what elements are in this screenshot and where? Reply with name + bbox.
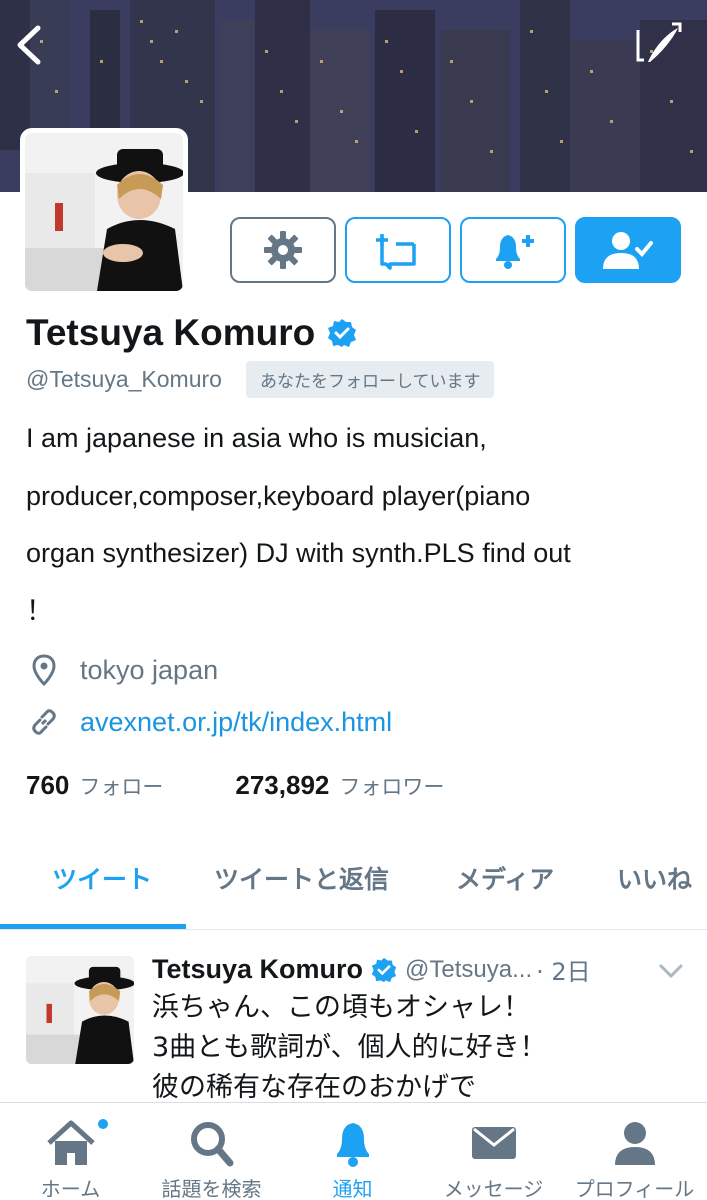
gear-icon xyxy=(264,231,302,269)
profile-name: Tetsuya Komuro xyxy=(26,312,316,353)
chevron-down-icon[interactable] xyxy=(656,960,686,982)
person-icon xyxy=(614,1122,655,1165)
following-button[interactable] xyxy=(575,217,681,283)
location-text: tokyo japan xyxy=(80,654,219,685)
avatar-photo xyxy=(26,956,134,1064)
compose-tweet-button[interactable] xyxy=(632,20,688,70)
location-row: tokyo japan xyxy=(26,652,218,688)
back-button[interactable] xyxy=(10,20,50,70)
nav-label: 話題を検索 xyxy=(161,1177,262,1200)
avatar-photo xyxy=(25,133,183,291)
nav-label: 通知 xyxy=(332,1177,373,1200)
bell-plus-icon xyxy=(496,235,534,269)
tweet-header: Tetsuya Komuro @Tetsuya... · 2日 xyxy=(152,952,591,987)
envelope-icon xyxy=(471,1127,516,1159)
tweet-item[interactable]: Tetsuya Komuro @Tetsuya... · 2日 浜ちゃん、この頃… xyxy=(0,930,707,1102)
search-icon xyxy=(190,1122,233,1167)
follow-stats: 760 フォロー 273,892 フォロワー xyxy=(26,770,444,801)
tab-tweets-and-replies[interactable]: ツイートと返信 xyxy=(214,860,389,896)
bio-line: organ synthesizer) DJ with synth.PLS fin… xyxy=(26,538,571,568)
nav-notifications[interactable]: 通知 xyxy=(282,1103,423,1200)
tweet-text-line: 浜ちゃん、この頃もオシャレ！ xyxy=(152,992,530,1023)
chevron-left-icon xyxy=(17,25,41,65)
tweet-author-handle: @Tetsuya... xyxy=(405,955,533,983)
bottom-tab-bar: ホーム 話題を検索 通知 メッセージ プロフィール xyxy=(0,1102,707,1200)
link-icon xyxy=(26,704,62,740)
bio-line: I am japanese in asia who is musician, xyxy=(26,423,487,453)
profile-url-link[interactable]: avexnet.or.jp/tk/index.html xyxy=(80,707,392,738)
url-row[interactable]: avexnet.or.jp/tk/index.html xyxy=(26,704,392,740)
quill-icon xyxy=(636,22,682,62)
profile-bio: I am japanese in asia who is musician, p… xyxy=(26,410,696,640)
bio-line: ！ xyxy=(26,595,53,626)
tab-likes[interactable]: いいね xyxy=(617,860,692,896)
nav-label: メッセージ xyxy=(443,1177,544,1200)
bio-line: producer,composer,keyboard player(piano xyxy=(26,480,531,511)
profile-name-row: Tetsuya Komuro xyxy=(26,312,357,354)
nav-search[interactable]: 話題を検索 xyxy=(141,1103,282,1200)
tab-media[interactable]: メディア xyxy=(456,860,554,896)
tweet-timestamp: · 2日 xyxy=(536,958,591,986)
nav-profile[interactable]: プロフィール xyxy=(564,1103,705,1200)
followers-label[interactable]: フォロワー xyxy=(339,771,444,801)
nav-messages[interactable]: メッセージ xyxy=(423,1103,564,1200)
nav-label: ホーム xyxy=(40,1177,101,1200)
location-pin-icon xyxy=(26,652,62,688)
profile-avatar[interactable] xyxy=(20,128,188,296)
tweet-author-name[interactable]: Tetsuya Komuro xyxy=(152,954,363,985)
tweet-text: 浜ちゃん、この頃もオシャレ！ 3曲とも歌詞が、個人的に好き！ 彼の稀有な存在のお… xyxy=(152,988,547,1102)
list-add-icon xyxy=(376,234,416,270)
settings-button[interactable] xyxy=(230,217,336,283)
handle-row: @Tetsuya_Komuro あなたをフォローしています xyxy=(26,361,495,398)
follows-you-badge: あなたをフォローしています xyxy=(245,361,495,398)
tweet-avatar[interactable] xyxy=(26,956,134,1064)
tweet-text-line: 3曲とも歌詞が、個人的に好き！ xyxy=(152,1032,547,1063)
profile-tabs: ツイート ツイートと返信 メディア いいね xyxy=(0,838,707,930)
nav-label: プロフィール xyxy=(574,1177,695,1200)
add-to-list-button[interactable] xyxy=(345,217,451,283)
nav-home[interactable]: ホーム xyxy=(0,1103,141,1200)
active-tab-indicator xyxy=(0,924,186,929)
followers-count[interactable]: 273,892 xyxy=(235,770,329,801)
home-icon xyxy=(46,1120,95,1165)
verified-badge-icon xyxy=(328,319,357,347)
following-label[interactable]: フォロー xyxy=(79,771,163,801)
profile-handle: @Tetsuya_Komuro xyxy=(26,366,222,392)
verified-badge-icon xyxy=(371,957,397,982)
tweet-text-line: 彼の稀有な存在のおかげで xyxy=(152,1072,476,1102)
person-check-icon xyxy=(603,232,653,269)
new-content-dot xyxy=(96,1117,110,1131)
notification-bell-button[interactable] xyxy=(460,217,566,283)
bell-icon xyxy=(336,1123,369,1167)
tab-tweets[interactable]: ツイート xyxy=(52,860,152,896)
following-count[interactable]: 760 xyxy=(26,770,69,801)
